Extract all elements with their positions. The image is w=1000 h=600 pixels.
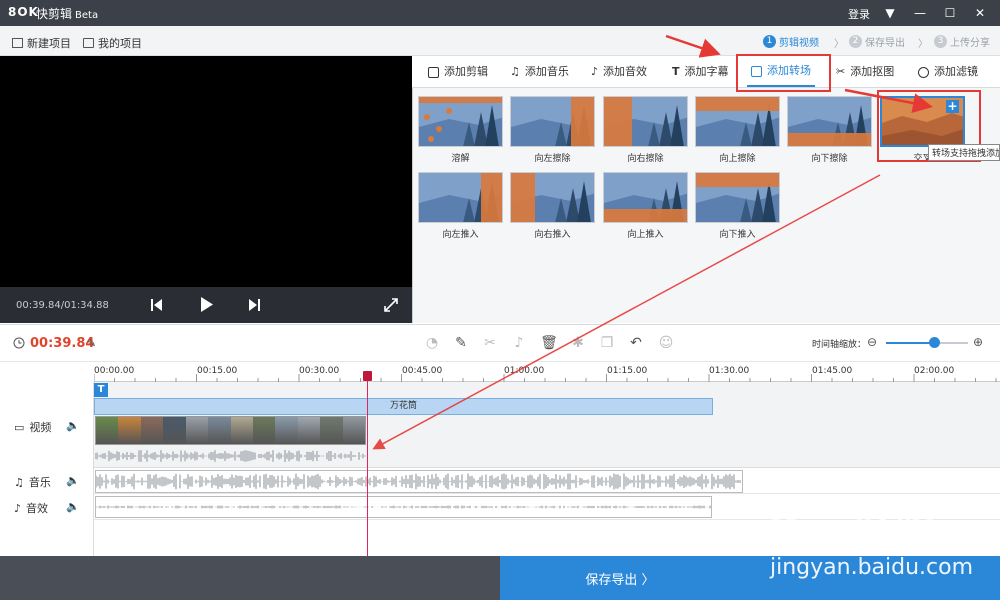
bottom-bar <box>0 556 500 600</box>
watermark-url: jingyan.baidu.com <box>770 555 974 580</box>
arrow-to-thumb <box>844 88 933 113</box>
baidu-watermark: Bai 经验 <box>768 505 936 554</box>
arrow-to-timeline <box>372 174 881 450</box>
arrow-to-tab <box>665 34 721 58</box>
save-export-label: 保存导出 〉 <box>585 572 655 588</box>
